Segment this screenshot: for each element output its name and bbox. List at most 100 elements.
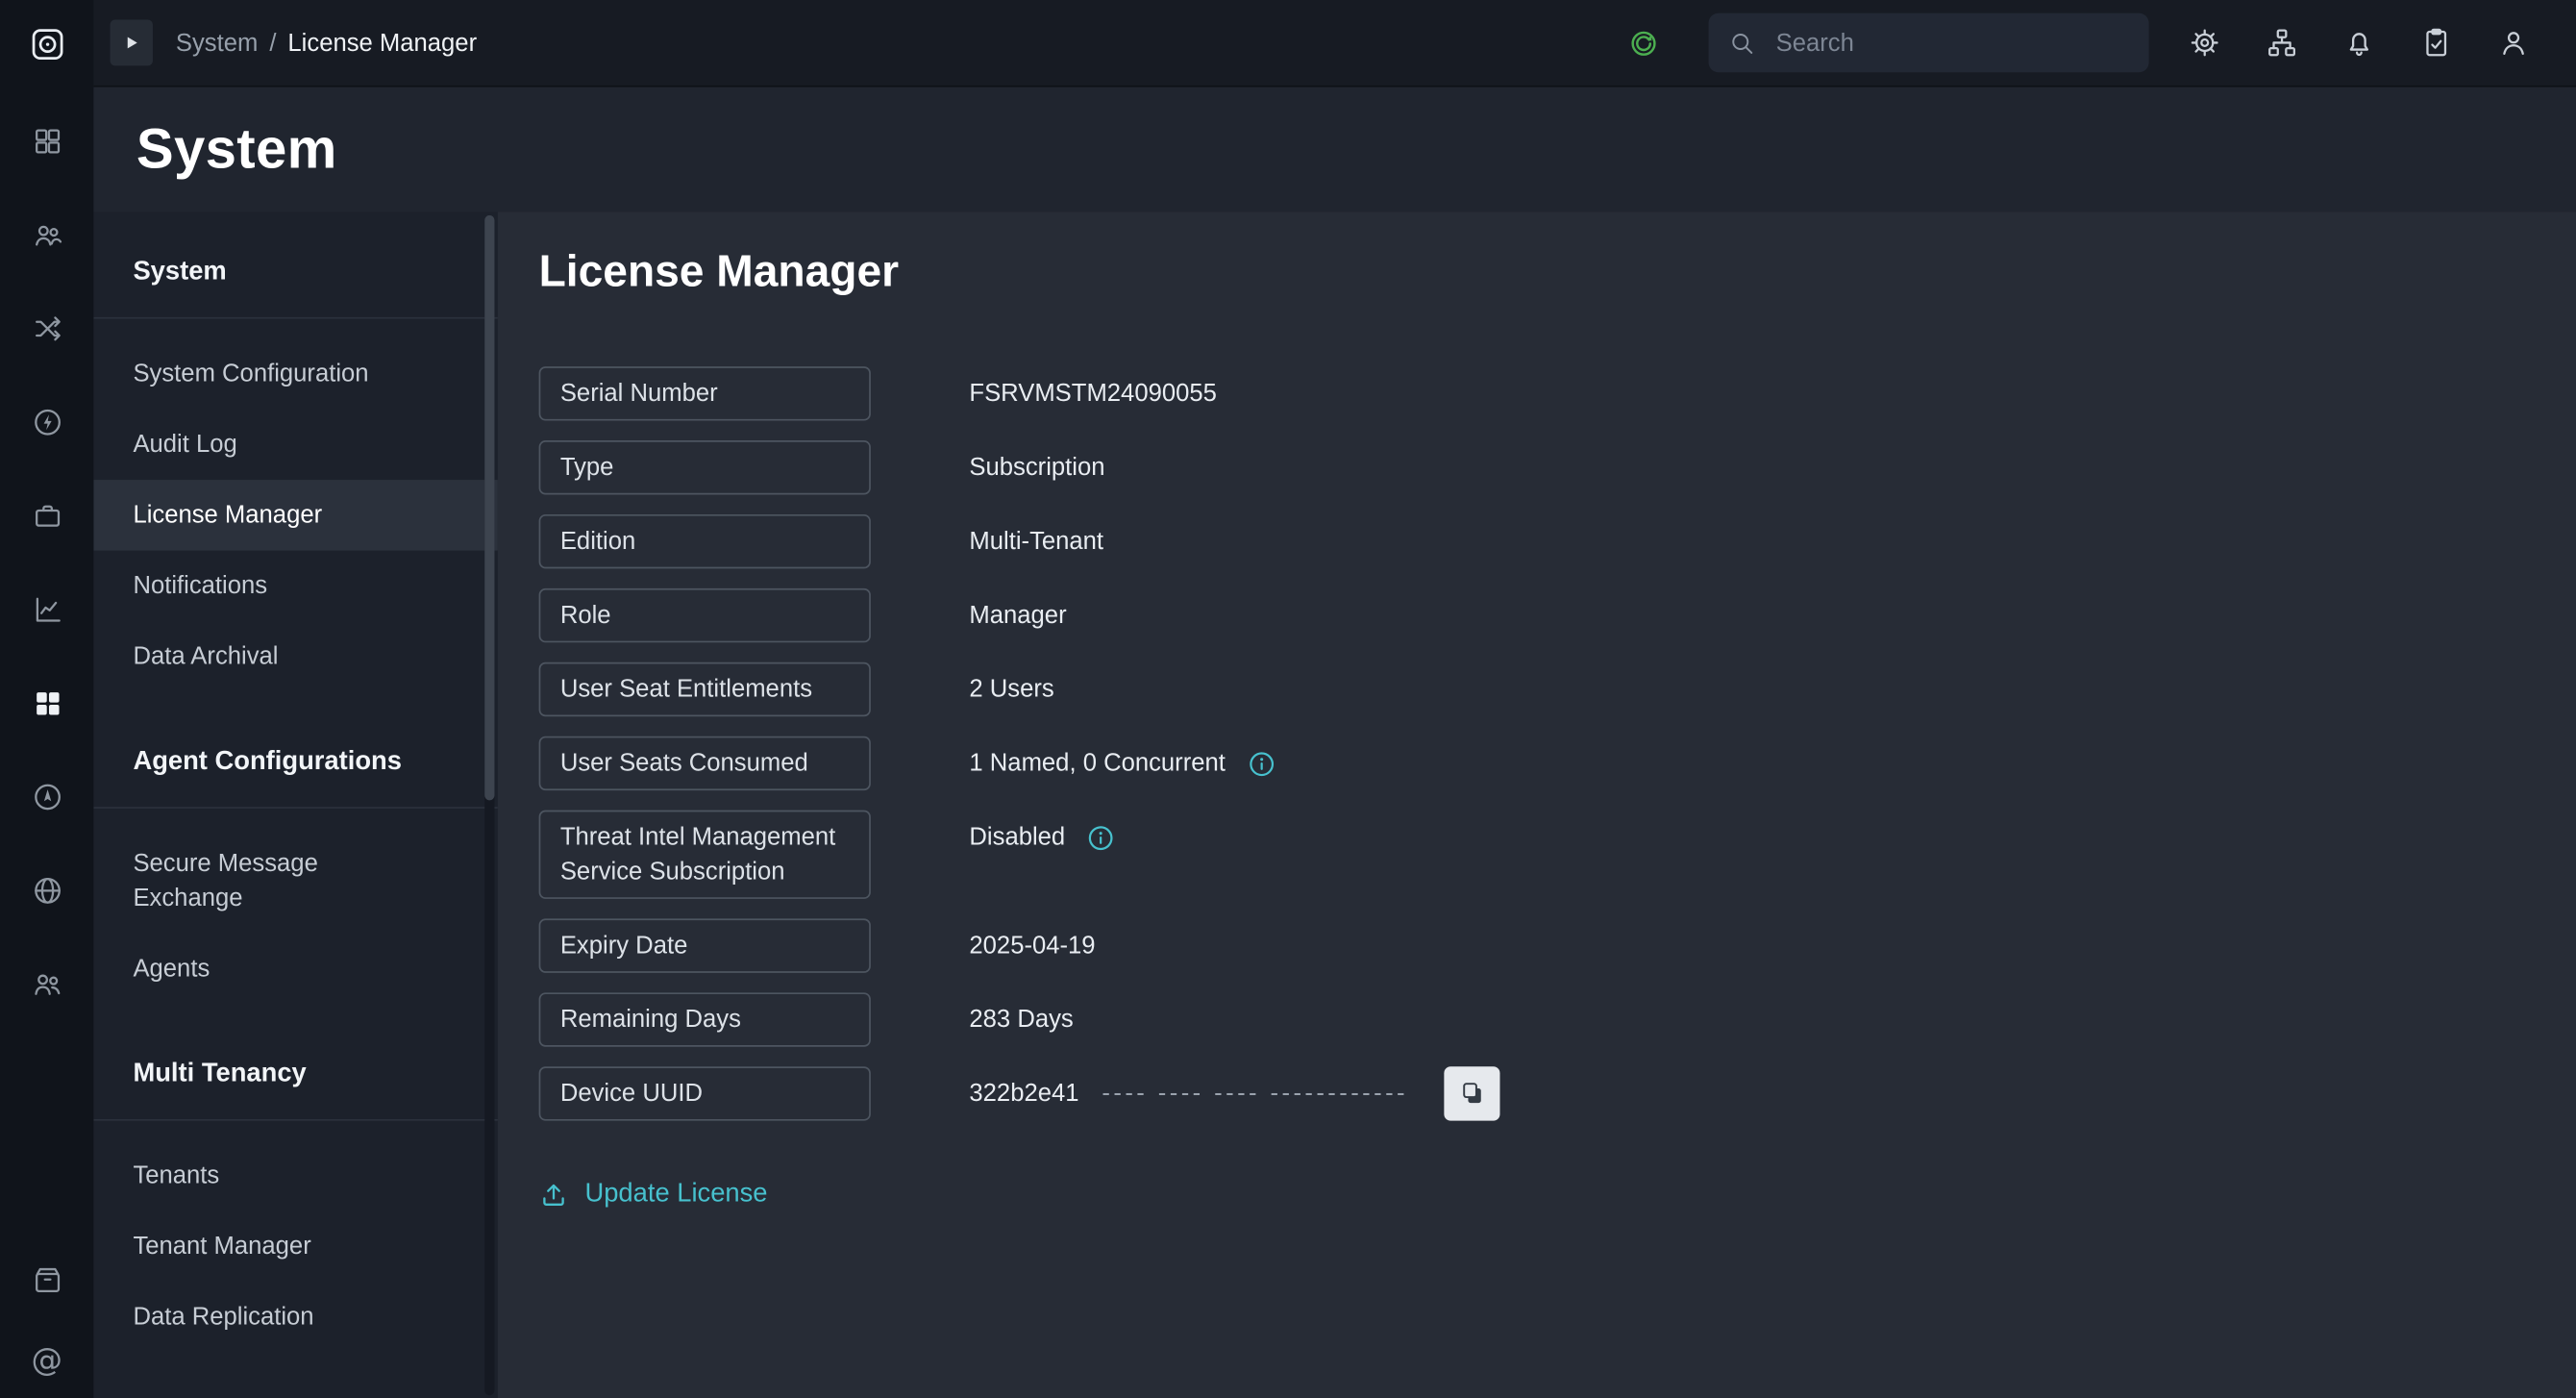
field-label: Serial Number <box>539 366 871 420</box>
modules-grid-icon[interactable] <box>0 656 93 749</box>
field-value-text: 1 Named, 0 Concurrent <box>969 749 1225 777</box>
search-input[interactable] <box>1772 27 2129 58</box>
sidebar-item-list: System Configuration Audit Log License M… <box>93 338 497 691</box>
sidebar-item[interactable]: Notifications <box>93 551 497 621</box>
at-mention-icon[interactable]: @ <box>0 1326 93 1395</box>
content-title: License Manager <box>539 246 2527 297</box>
field-value-redacted: ---- ---- ---- ------------ <box>1102 1080 1408 1108</box>
team-icon[interactable] <box>0 936 93 1030</box>
field-row: Role Manager <box>539 588 2527 642</box>
field-label: User Seat Entitlements <box>539 662 871 716</box>
breadcrumb-parent[interactable]: System <box>176 29 258 57</box>
sidebar-item[interactable]: Agents <box>93 934 497 1004</box>
field-row: Serial Number FSRVMSTM24090055 <box>539 366 2527 420</box>
field-label: Role <box>539 588 871 642</box>
field-label: User Seats Consumed <box>539 736 871 790</box>
field-value-text: Disabled <box>969 823 1065 851</box>
sitemap-icon[interactable] <box>2266 26 2298 59</box>
field-label: Threat Intel Management Service Subscrip… <box>539 811 871 899</box>
field-value: Disabled <box>969 811 1114 864</box>
field-value: Multi-Tenant <box>969 514 1103 568</box>
field-row: Threat Intel Management Service Subscrip… <box>539 811 2527 899</box>
app-logo-icon[interactable] <box>0 0 93 87</box>
app-window: @ System / License Manager <box>0 0 2576 1398</box>
sidebar-item[interactable]: Audit Log <box>93 410 497 480</box>
lightning-icon[interactable] <box>0 375 93 468</box>
copy-button[interactable] <box>1445 1066 1500 1120</box>
main-column: System / License Manager <box>93 0 2576 1398</box>
icon-rail: @ <box>0 0 93 1398</box>
update-license-label: Update License <box>584 1180 767 1210</box>
topbar-actions <box>2189 26 2547 59</box>
sidebar-section: System System Configuration Audit Log Li… <box>93 218 497 691</box>
dashboard-icon[interactable] <box>0 93 93 187</box>
field-value-text: Multi-Tenant <box>969 528 1103 556</box>
sidebar-item[interactable]: License Manager <box>93 480 497 550</box>
field-value-text: 2025-04-19 <box>969 932 1095 960</box>
sidebar-section: Multi Tenancy Tenants Tenant Manager Dat… <box>93 1020 497 1352</box>
notifications-bell-icon[interactable] <box>2342 26 2375 59</box>
archive-box-icon[interactable] <box>0 1233 93 1326</box>
field-value-text: Subscription <box>969 454 1104 482</box>
field-value: 322b2e41 ---- ---- ---- ------------ <box>969 1066 1499 1120</box>
update-license-button[interactable]: Update License <box>539 1180 768 1210</box>
upload-icon <box>539 1180 569 1210</box>
field-label: Device UUID <box>539 1066 871 1120</box>
field-row: Device UUID 322b2e41 ---- ---- ---- ----… <box>539 1066 2527 1120</box>
field-value-text: 2 Users <box>969 675 1053 703</box>
shuffle-icon[interactable] <box>0 281 93 374</box>
field-row: Expiry Date 2025-04-19 <box>539 918 2527 972</box>
settings-gear-icon[interactable] <box>2189 26 2221 59</box>
page-header: System <box>93 87 2576 212</box>
field-row: Type Subscription <box>539 440 2527 494</box>
sidebar-item[interactable]: Data Archival <box>93 621 497 691</box>
info-icon[interactable] <box>1249 750 1275 776</box>
sidebar-collapse-button[interactable] <box>111 20 153 66</box>
field-value: FSRVMSTM24090055 <box>969 366 1216 420</box>
sidebar-section: Agent Configurations Secure Message Exch… <box>93 709 497 1005</box>
field-value-text: 322b2e41 <box>969 1080 1078 1108</box>
field-value-text: Manager <box>969 602 1066 630</box>
sidebar-scrollbar-thumb[interactable] <box>484 215 494 800</box>
breadcrumb: System / License Manager <box>176 29 477 57</box>
sidebar-item-list: Secure Message Exchange Agents <box>93 828 497 1004</box>
tasks-clipboard-icon[interactable] <box>2420 26 2453 59</box>
field-row: User Seats Consumed 1 Named, 0 Concurren… <box>539 736 2527 790</box>
sidebar-section-title: System <box>93 238 497 319</box>
field-value-text: 283 Days <box>969 1006 1073 1034</box>
globe-icon[interactable] <box>0 843 93 936</box>
compass-icon[interactable] <box>0 749 93 842</box>
content-panel: License Manager Serial Number FSRVMSTM24… <box>498 212 2576 1398</box>
field-label: Type <box>539 440 871 494</box>
sidebar-item[interactable]: System Configuration <box>93 338 497 409</box>
field-row: User Seat Entitlements 2 Users <box>539 662 2527 716</box>
field-value: Subscription <box>969 440 1104 494</box>
breadcrumb-separator: / <box>269 29 276 57</box>
info-icon[interactable] <box>1088 824 1114 850</box>
rail-bottom: @ <box>0 1233 93 1398</box>
analytics-chart-icon[interactable] <box>0 562 93 656</box>
sidebar-item[interactable]: Tenants <box>93 1140 497 1211</box>
field-label: Remaining Days <box>539 992 871 1046</box>
field-value-text: FSRVMSTM24090055 <box>969 380 1216 408</box>
field-row: Remaining Days 283 Days <box>539 992 2527 1046</box>
copy-icon <box>1458 1080 1486 1108</box>
topbar: System / License Manager <box>93 0 2576 87</box>
field-label: Edition <box>539 514 871 568</box>
sidebar-item[interactable]: Secure Message Exchange <box>93 828 497 933</box>
field-value: 283 Days <box>969 992 1073 1046</box>
health-status-icon[interactable] <box>1628 27 1659 58</box>
field-value: 2025-04-19 <box>969 918 1095 972</box>
users-group-icon[interactable] <box>0 187 93 281</box>
field-row: Edition Multi-Tenant <box>539 514 2527 568</box>
search-box <box>1709 13 2149 73</box>
user-profile-icon[interactable] <box>2497 26 2530 59</box>
field-value: 2 Users <box>969 662 1053 716</box>
sidebar-scrollbar <box>484 215 494 1395</box>
briefcase-icon[interactable] <box>0 468 93 562</box>
sidebar-section-title: Agent Configurations <box>93 728 497 809</box>
sidebar-item[interactable]: Data Replication <box>93 1282 497 1352</box>
field-value: Manager <box>969 588 1066 642</box>
sidebar-item[interactable]: Tenant Manager <box>93 1211 497 1282</box>
field-value: 1 Named, 0 Concurrent <box>969 736 1275 790</box>
